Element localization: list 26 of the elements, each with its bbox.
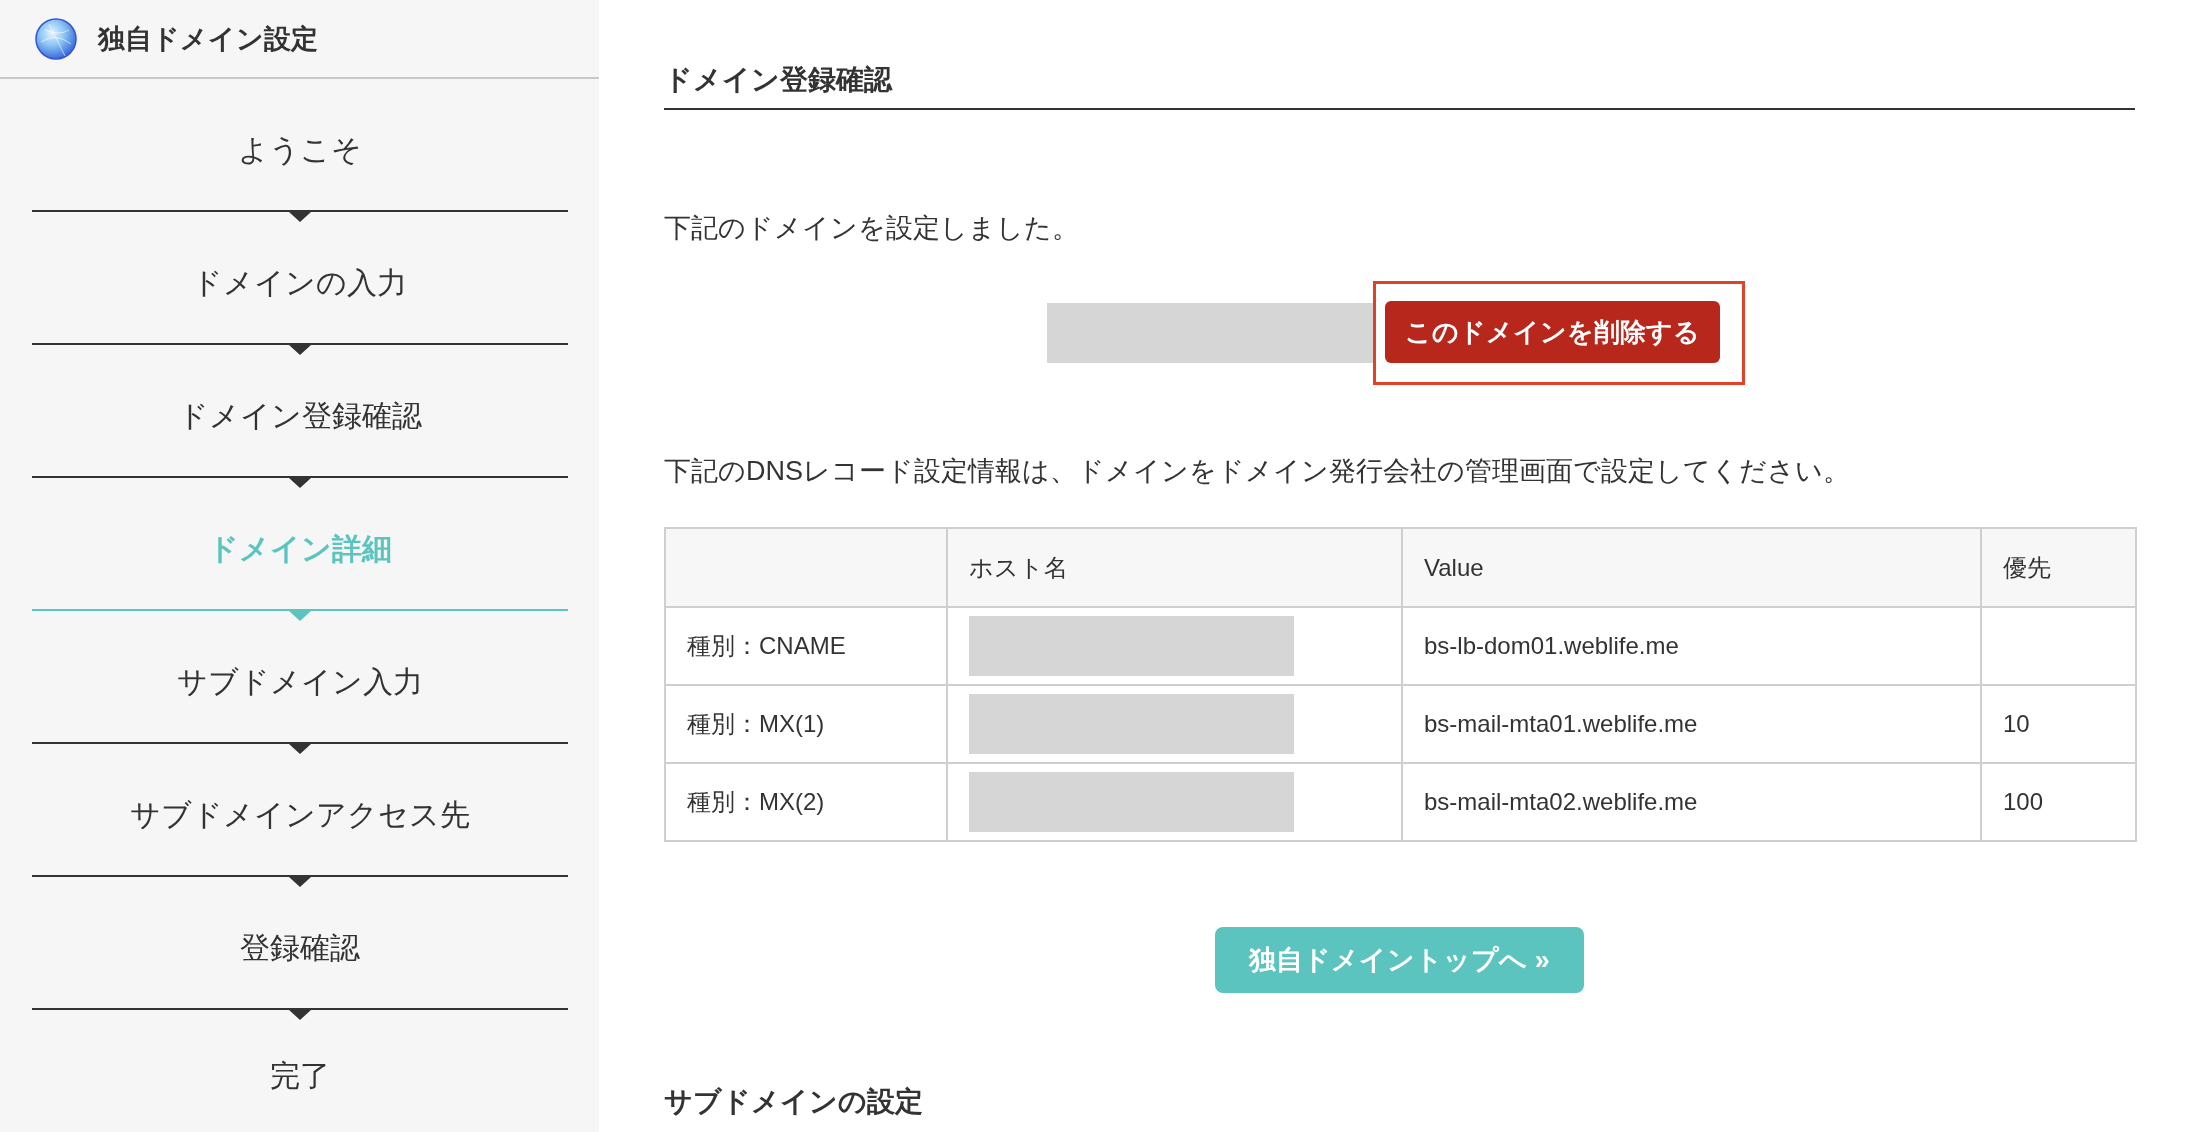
column-header: 優先 <box>1981 528 2136 607</box>
step-label: サブドメイン入力 <box>176 663 423 700</box>
table-cell: bs-lb-dom01.weblife.me <box>1402 607 1981 685</box>
section-title: ドメイン登録確認 <box>664 63 892 97</box>
message-text: 下記のドメインを設定しました。 <box>664 212 1079 245</box>
step-label: 登録確認 <box>239 929 360 966</box>
step-label: ようこそ <box>237 131 362 168</box>
delete-domain-button[interactable]: このドメインを削除する <box>1385 301 1720 363</box>
section-title: サブドメインの設定 <box>664 1085 923 1119</box>
dns-note-text: 下記のDNSレコード設定情報は、ドメインをドメイン発行会社の管理画面で設定してください。 <box>664 455 1850 488</box>
step-label: ドメインの入力 <box>192 264 407 301</box>
step-label: ドメイン登録確認 <box>177 397 422 434</box>
table-cell: 10 <box>1981 685 2136 763</box>
step-label: 完了 <box>269 1058 330 1094</box>
globe-icon <box>35 17 77 60</box>
table-cell: 種別：CNAME <box>665 607 947 685</box>
step-label: サブドメインアクセス先 <box>129 796 470 833</box>
table-cell: bs-mail-mta01.weblife.me <box>1402 685 1981 763</box>
table-cell: 種別：MX(1) <box>665 685 947 763</box>
table-cell: 100 <box>1981 763 2136 841</box>
table-cell: 種別：MX(2) <box>665 763 947 841</box>
column-header: ホスト名 <box>947 528 1402 607</box>
column-header: Value <box>1402 528 1981 607</box>
step-label: ドメイン詳細 <box>207 530 392 567</box>
table-cell: bs-mail-mta02.weblife.me <box>1402 763 1981 841</box>
sidebar-title: 独自ドメイン設定 <box>98 22 318 56</box>
